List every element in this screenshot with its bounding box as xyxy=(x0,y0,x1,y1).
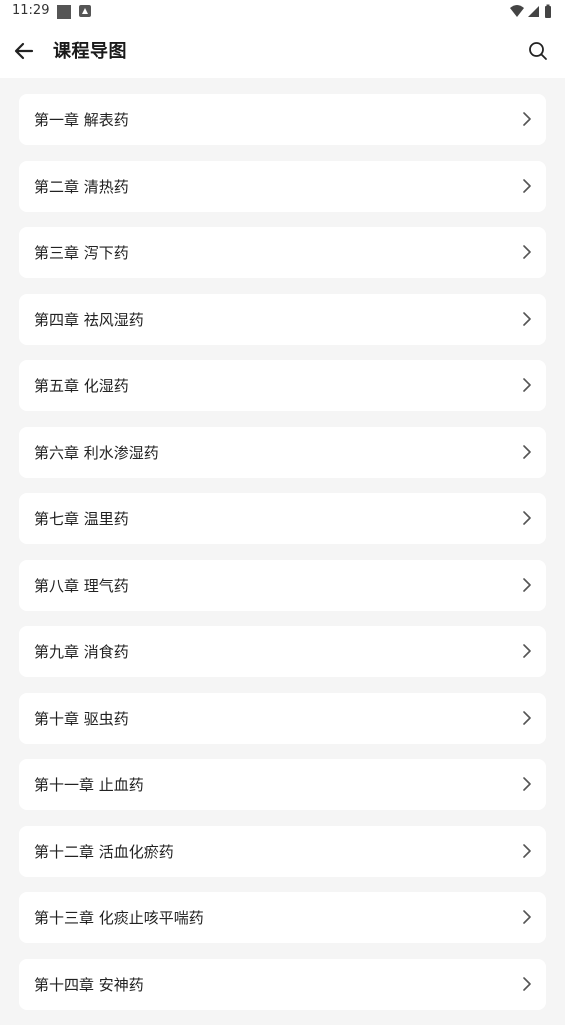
status-time: 11:29 xyxy=(12,3,50,18)
chapter-item[interactable]: 第十章 驱虫药 xyxy=(19,692,546,744)
chevron-right-icon xyxy=(523,577,531,592)
chapter-label: 第七章 温里药 xyxy=(34,510,129,528)
page-title: 课程导图 xyxy=(53,41,127,62)
status-bar: 11:29 xyxy=(0,0,565,24)
wifi-icon xyxy=(510,5,524,17)
chapter-label: 第十二章 活血化瘀药 xyxy=(34,842,174,861)
chapter-label: 第六章 利水渗湿药 xyxy=(34,443,159,462)
chevron-right-icon xyxy=(523,378,531,392)
notification-square-icon xyxy=(57,5,71,19)
chapter-label: 第十章 驱虫药 xyxy=(34,709,129,728)
chevron-right-icon xyxy=(523,311,531,326)
chapter-item[interactable]: 第六章 利水渗湿药 xyxy=(19,426,546,478)
chevron-right-icon xyxy=(523,511,531,525)
signal-icon xyxy=(528,6,539,17)
chapter-label: 第十三章 化痰止咳平喘药 xyxy=(34,909,204,927)
chevron-right-icon xyxy=(523,245,531,259)
chapter-label: 第四章 祛风湿药 xyxy=(34,310,144,329)
chapter-label: 第十一章 止血药 xyxy=(34,776,144,794)
chevron-right-icon xyxy=(523,910,531,924)
chevron-right-icon xyxy=(523,644,531,658)
search-icon[interactable] xyxy=(527,40,549,62)
chapter-item[interactable]: 第八章 理气药 xyxy=(19,559,546,611)
chevron-right-icon xyxy=(523,777,531,791)
app-bar: 课程导图 xyxy=(0,24,565,78)
chapter-item[interactable]: 第三章 泻下药 xyxy=(19,227,546,278)
chevron-right-icon xyxy=(523,178,531,193)
chapter-item[interactable]: 第十四章 安神药 xyxy=(19,958,546,1010)
chapter-label: 第九章 消食药 xyxy=(34,643,129,661)
chevron-right-icon xyxy=(523,843,531,858)
app-notification-icon xyxy=(79,5,91,17)
chapter-list: 第一章 解表药 第二章 清热药 第三章 泻下药 第四章 祛风湿药 第五章 化湿药… xyxy=(19,94,546,1025)
chapter-item[interactable]: 第九章 消食药 xyxy=(19,626,546,677)
chevron-right-icon xyxy=(523,710,531,725)
chevron-right-icon xyxy=(523,976,531,991)
chapter-item[interactable]: 第二章 清热药 xyxy=(19,160,546,212)
chapter-label: 第十四章 安神药 xyxy=(34,975,144,994)
chapter-item[interactable]: 第七章 温里药 xyxy=(19,493,546,544)
status-icons xyxy=(510,4,551,18)
chapter-item[interactable]: 第十一章 止血药 xyxy=(19,759,546,810)
chapter-item[interactable]: 第一章 解表药 xyxy=(19,94,546,145)
chapter-item[interactable]: 第十二章 活血化瘀药 xyxy=(19,825,546,877)
chevron-right-icon xyxy=(523,444,531,459)
chapter-label: 第三章 泻下药 xyxy=(34,244,129,262)
chapter-label: 第二章 清热药 xyxy=(34,177,129,196)
battery-icon xyxy=(545,4,551,18)
chevron-right-icon xyxy=(523,112,531,126)
chapter-label: 第五章 化湿药 xyxy=(34,377,129,395)
chapter-label: 第一章 解表药 xyxy=(34,111,129,129)
chapter-item[interactable]: 第五章 化湿药 xyxy=(19,360,546,411)
chapter-label: 第八章 理气药 xyxy=(34,576,129,595)
chapter-item[interactable]: 第十三章 化痰止咳平喘药 xyxy=(19,892,546,943)
chapter-item[interactable]: 第四章 祛风湿药 xyxy=(19,293,546,345)
arrow-left-icon[interactable] xyxy=(12,39,36,63)
